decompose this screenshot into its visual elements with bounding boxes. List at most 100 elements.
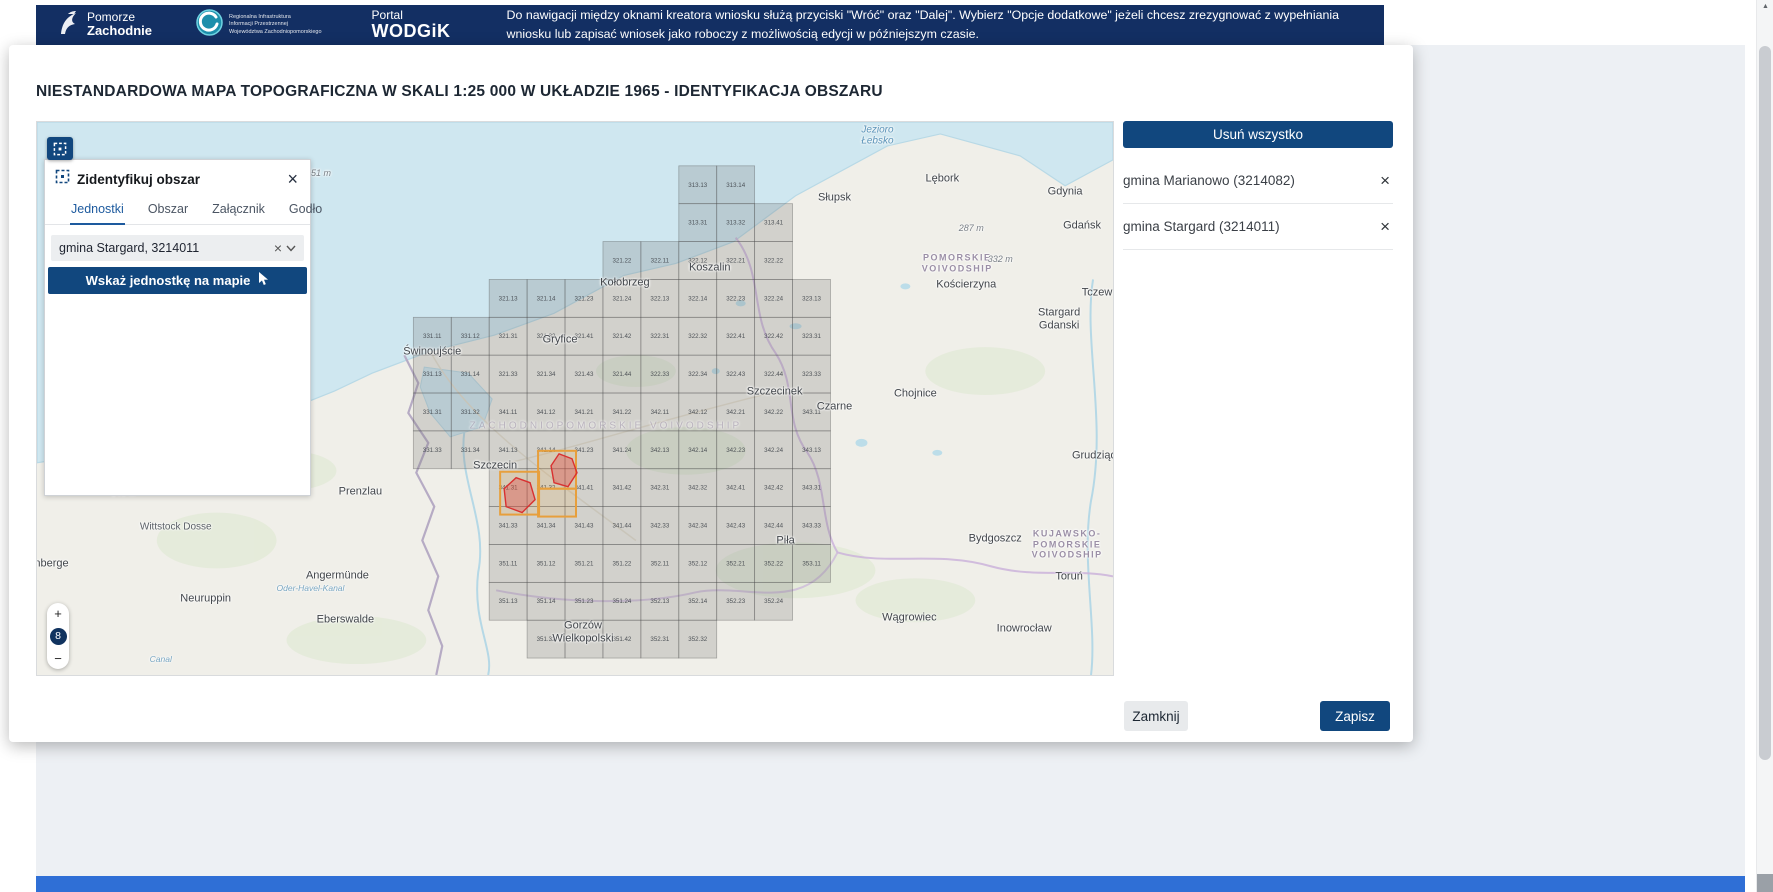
clear-selection-icon[interactable]: × (270, 240, 286, 256)
map-sheet-cell[interactable] (413, 393, 451, 431)
tab-jednostki[interactable]: Jednostki (70, 196, 125, 225)
map-sheet-cell[interactable] (565, 582, 603, 620)
map-sheet-cell[interactable] (755, 393, 793, 431)
map-sheet-cell[interactable] (603, 279, 641, 317)
map-sheet-cell[interactable] (717, 469, 755, 507)
unit-select[interactable]: gmina Stargard, 3214011 × (51, 235, 304, 261)
scroll-up-arrow[interactable]: ▲ (1757, 3, 1773, 10)
map-sheet-cell[interactable] (565, 355, 603, 393)
map-sheet-cell[interactable] (489, 431, 527, 469)
map-sheet-cell[interactable] (717, 393, 755, 431)
page-scrollbar[interactable]: ▲ (1756, 0, 1773, 892)
map-sheet-cell[interactable] (717, 544, 755, 582)
map-sheet-cell[interactable] (755, 507, 793, 545)
map-sheet-cell[interactable] (641, 431, 679, 469)
map-sheet-cell[interactable] (679, 582, 717, 620)
pick-unit-on-map-button[interactable]: Wskaż jednostkę na mapie (48, 267, 307, 294)
map-sheet-cell[interactable] (679, 431, 717, 469)
map-sheet-cell[interactable] (489, 544, 527, 582)
remove-all-button[interactable]: Usuń wszystko (1123, 121, 1393, 148)
map-sheet-cell[interactable] (489, 355, 527, 393)
map-sheet-cell[interactable] (489, 279, 527, 317)
remove-item-icon[interactable]: × (1377, 218, 1393, 235)
tab-obszar[interactable]: Obszar (147, 196, 189, 224)
map-sheet-cell[interactable] (527, 582, 565, 620)
map-sheet-cell[interactable] (755, 544, 793, 582)
map-sheet-cell[interactable] (603, 393, 641, 431)
map-sheet-cell[interactable] (679, 242, 717, 280)
tab-godlo[interactable]: Godło (288, 196, 323, 224)
map-sheet-cell[interactable] (755, 204, 793, 242)
map-sheet-cell[interactable] (489, 317, 527, 355)
map-sheet-cell[interactable] (641, 544, 679, 582)
map-sheet-cell[interactable] (717, 279, 755, 317)
map-sheet-cell[interactable] (603, 317, 641, 355)
map-sheet-cell[interactable] (679, 393, 717, 431)
save-button[interactable]: Zapisz (1320, 701, 1390, 731)
map-sheet-cell[interactable] (679, 355, 717, 393)
map-sheet-cell[interactable] (641, 507, 679, 545)
map-sheet-cell[interactable] (717, 431, 755, 469)
map-sheet-cell[interactable] (679, 279, 717, 317)
map-sheet-cell[interactable] (451, 393, 489, 431)
map-sheet-cell[interactable] (717, 582, 755, 620)
map-sheet-cell[interactable] (603, 507, 641, 545)
map-sheet-cell[interactable] (451, 317, 489, 355)
map-sheet-cell[interactable] (527, 544, 565, 582)
map-sheet-cell[interactable] (603, 242, 641, 280)
map-sheet-cell[interactable] (717, 507, 755, 545)
map-sheet-cell[interactable] (755, 582, 793, 620)
map-sheet-cell[interactable] (489, 393, 527, 431)
zoom-out-button[interactable]: − (54, 652, 62, 665)
map-sheet-cell[interactable] (565, 620, 603, 658)
map-sheet-cell[interactable] (793, 507, 831, 545)
select-area-tool-button[interactable] (47, 137, 73, 160)
map-sheet-cell[interactable] (755, 242, 793, 280)
panel-close-icon[interactable]: × (285, 170, 300, 188)
map-sheet-cell[interactable] (641, 393, 679, 431)
map-sheet-cell[interactable] (717, 242, 755, 280)
map-sheet-cell[interactable] (793, 544, 831, 582)
map-sheet-cell[interactable] (603, 582, 641, 620)
map-sheet-cell[interactable] (717, 317, 755, 355)
map-sheet-cell[interactable] (793, 393, 831, 431)
map-sheet-cell[interactable] (565, 279, 603, 317)
map-sheet-cell[interactable] (793, 317, 831, 355)
map-sheet-cell[interactable] (717, 166, 755, 204)
map-sheet-cell[interactable] (679, 166, 717, 204)
map-sheet-cell[interactable] (755, 317, 793, 355)
map-sheet-cell[interactable] (717, 204, 755, 242)
map-sheet-cell[interactable] (489, 582, 527, 620)
map-sheet-cell[interactable] (755, 279, 793, 317)
selected-sheet-highlight[interactable] (538, 489, 576, 517)
map-sheet-cell[interactable] (641, 620, 679, 658)
map-sheet-cell[interactable] (679, 204, 717, 242)
map-sheet-cell[interactable] (641, 355, 679, 393)
map-sheet-cell[interactable] (603, 431, 641, 469)
map-sheet-cell[interactable] (565, 317, 603, 355)
map-sheet-cell[interactable] (603, 469, 641, 507)
map-sheet-cell[interactable] (793, 355, 831, 393)
map-sheet-cell[interactable] (641, 582, 679, 620)
map-sheet-cell[interactable] (527, 317, 565, 355)
map-sheet-cell[interactable] (527, 620, 565, 658)
map-sheet-cell[interactable] (565, 393, 603, 431)
map-sheet-cell[interactable] (527, 355, 565, 393)
zoom-in-button[interactable]: + (54, 607, 62, 620)
map-sheet-cell[interactable] (679, 317, 717, 355)
map-sheet-cell[interactable] (603, 544, 641, 582)
map-sheet-cell[interactable] (641, 242, 679, 280)
map-sheet-cell[interactable] (717, 355, 755, 393)
map-sheet-cell[interactable] (793, 431, 831, 469)
map-sheet-cell[interactable] (679, 620, 717, 658)
map-viewport[interactable]: 313.13313.14313.31313.32313.41321.22322.… (36, 121, 1114, 676)
remove-item-icon[interactable]: × (1377, 172, 1393, 189)
map-sheet-cell[interactable] (527, 279, 565, 317)
map-sheet-cell[interactable] (793, 469, 831, 507)
map-sheet-cell[interactable] (755, 431, 793, 469)
chevron-down-icon[interactable] (286, 241, 296, 255)
map-sheet-cell[interactable] (679, 507, 717, 545)
map-sheet-cell[interactable] (755, 355, 793, 393)
map-sheet-cell[interactable] (641, 469, 679, 507)
map-sheet-cell[interactable] (679, 544, 717, 582)
